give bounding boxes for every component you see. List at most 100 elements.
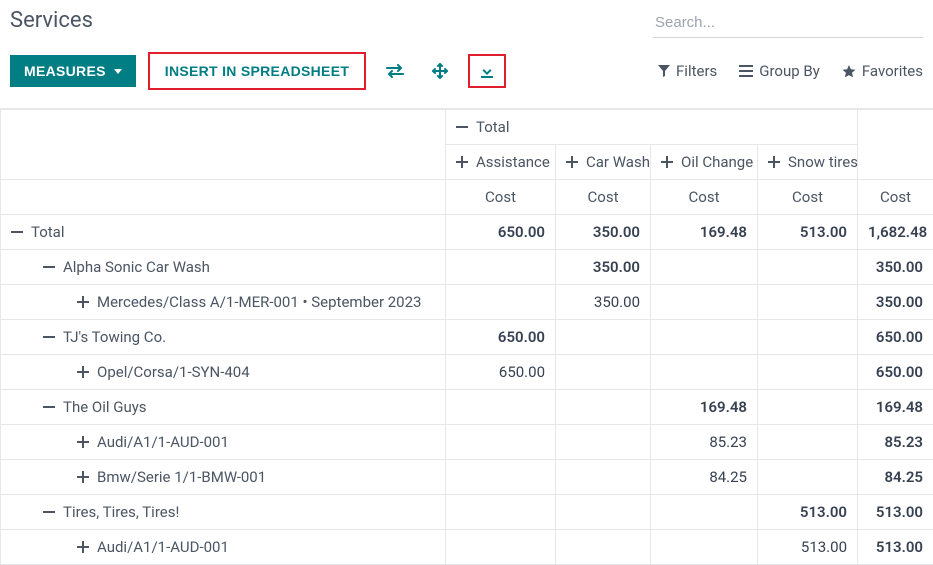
row-label: TJ's Towing Co. xyxy=(63,328,166,346)
favorites-button[interactable]: Favorites xyxy=(842,62,923,80)
pivot-cell xyxy=(758,250,858,285)
download-icon xyxy=(479,63,495,79)
plus-icon xyxy=(77,366,89,378)
pivot-cell xyxy=(758,390,858,425)
col-header-snow-tires[interactable]: Snow tires xyxy=(758,145,858,180)
pivot-corner-cell xyxy=(1,110,446,180)
pivot-cell xyxy=(758,285,858,320)
pivot-cell xyxy=(651,530,758,565)
pivot-table: Total Assistance Car Wash Oil Change Sno… xyxy=(0,109,933,565)
pivot-cell xyxy=(651,250,758,285)
insert-spreadsheet-button[interactable]: INSERT IN SPREADSHEET xyxy=(151,55,363,87)
download-button[interactable] xyxy=(471,57,503,85)
pivot-cell: 84.25 xyxy=(858,460,933,495)
pivot-cell: 513.00 xyxy=(858,530,933,565)
row-label: Mercedes/Class A/1-MER-001 • September 2… xyxy=(97,293,421,311)
pivot-cell: 350.00 xyxy=(556,285,651,320)
row-header[interactable]: Tires, Tires, Tires! xyxy=(1,495,446,530)
pivot-cell xyxy=(556,495,651,530)
col-total-label: Total xyxy=(476,118,510,136)
minus-icon xyxy=(43,401,55,413)
pivot-cell: 85.23 xyxy=(651,425,758,460)
pivot-cell xyxy=(446,530,556,565)
pivot-cell: 650.00 xyxy=(858,355,933,390)
pivot-cell xyxy=(556,460,651,495)
measures-button[interactable]: MEASURES xyxy=(10,55,136,87)
table-row: Alpha Sonic Car Wash 350.00 350.00 xyxy=(1,250,933,285)
col-header-oil-change[interactable]: Oil Change xyxy=(651,145,758,180)
col-header-grand xyxy=(858,110,933,180)
plus-icon xyxy=(456,156,468,168)
table-row: The Oil Guys169.48169.48 xyxy=(1,390,933,425)
expand-all-button[interactable] xyxy=(424,57,456,85)
table-row: TJ's Towing Co.650.00650.00 xyxy=(1,320,933,355)
pivot-cell: 650.00 xyxy=(446,215,556,250)
row-label: Tires, Tires, Tires! xyxy=(63,503,179,521)
cost-header: Cost xyxy=(651,180,758,215)
pivot-cell xyxy=(556,355,651,390)
pivot-cell xyxy=(651,495,758,530)
pivot-cell: 513.00 xyxy=(758,495,858,530)
pivot-cell: 85.23 xyxy=(858,425,933,460)
group-by-button[interactable]: Group By xyxy=(739,62,820,80)
pivot-cell xyxy=(446,285,556,320)
plus-icon xyxy=(661,156,673,168)
minus-icon xyxy=(456,121,468,133)
pivot-cell xyxy=(651,355,758,390)
minus-icon xyxy=(11,226,23,238)
pivot-cell: 513.00 xyxy=(758,530,858,565)
row-header[interactable]: Bmw/Serie 1/1-BMW-001 xyxy=(1,460,446,495)
filters-label: Filters xyxy=(676,62,717,80)
filter-icon xyxy=(658,65,670,77)
measures-label: MEASURES xyxy=(24,63,106,79)
pivot-cell: 650.00 xyxy=(446,355,556,390)
table-row: Audi/A1/1-AUD-001 85.23 85.23 xyxy=(1,425,933,460)
plus-icon xyxy=(77,471,89,483)
col-header-total[interactable]: Total xyxy=(446,110,858,145)
pivot-cell xyxy=(446,495,556,530)
pivot-cell xyxy=(446,390,556,425)
plus-icon xyxy=(77,541,89,553)
pivot-cell: 350.00 xyxy=(556,250,651,285)
row-header[interactable]: The Oil Guys xyxy=(1,390,446,425)
plus-icon xyxy=(77,436,89,448)
row-header[interactable]: Audi/A1/1-AUD-001 xyxy=(1,425,446,460)
pivot-cell: 1,682.48 xyxy=(858,215,933,250)
row-label: Bmw/Serie 1/1-BMW-001 xyxy=(97,468,266,486)
minus-icon xyxy=(43,331,55,343)
col-header-car-wash[interactable]: Car Wash xyxy=(556,145,651,180)
pivot-cell xyxy=(556,530,651,565)
pivot-cell xyxy=(758,320,858,355)
pivot-cell: 350.00 xyxy=(858,285,933,320)
table-row: Mercedes/Class A/1-MER-001 • September 2… xyxy=(1,285,933,320)
table-row: Opel/Corsa/1-SYN-404 650.00 650.00 xyxy=(1,355,933,390)
row-header[interactable]: Audi/A1/1-AUD-001 xyxy=(1,530,446,565)
pivot-cell: 513.00 xyxy=(758,215,858,250)
swap-axis-button[interactable] xyxy=(378,58,412,84)
page-title: Services xyxy=(10,8,93,33)
move-icon xyxy=(432,63,448,79)
highlight-download xyxy=(468,54,506,88)
row-header[interactable]: Total xyxy=(1,215,446,250)
row-header[interactable]: Opel/Corsa/1-SYN-404 xyxy=(1,355,446,390)
pivot-cell xyxy=(758,460,858,495)
row-header[interactable]: TJ's Towing Co. xyxy=(1,320,446,355)
favorites-label: Favorites xyxy=(862,62,923,80)
highlight-insert: INSERT IN SPREADSHEET xyxy=(148,52,366,90)
caret-down-icon xyxy=(114,69,122,74)
pivot-cell: 350.00 xyxy=(858,250,933,285)
pivot-cell: 513.00 xyxy=(858,495,933,530)
filters-button[interactable]: Filters xyxy=(658,62,717,80)
row-label: Opel/Corsa/1-SYN-404 xyxy=(97,363,250,381)
col-header-assistance[interactable]: Assistance xyxy=(446,145,556,180)
pivot-cell xyxy=(446,460,556,495)
table-row: Audi/A1/1-AUD-001 513.00513.00 xyxy=(1,530,933,565)
group-by-label: Group By xyxy=(759,62,820,80)
list-icon xyxy=(739,65,753,77)
pivot-cell xyxy=(556,390,651,425)
row-header[interactable]: Alpha Sonic Car Wash xyxy=(1,250,446,285)
search-input[interactable] xyxy=(653,8,923,38)
pivot-cell xyxy=(446,250,556,285)
row-header[interactable]: Mercedes/Class A/1-MER-001 • September 2… xyxy=(1,285,446,320)
pivot-cell: 84.25 xyxy=(651,460,758,495)
